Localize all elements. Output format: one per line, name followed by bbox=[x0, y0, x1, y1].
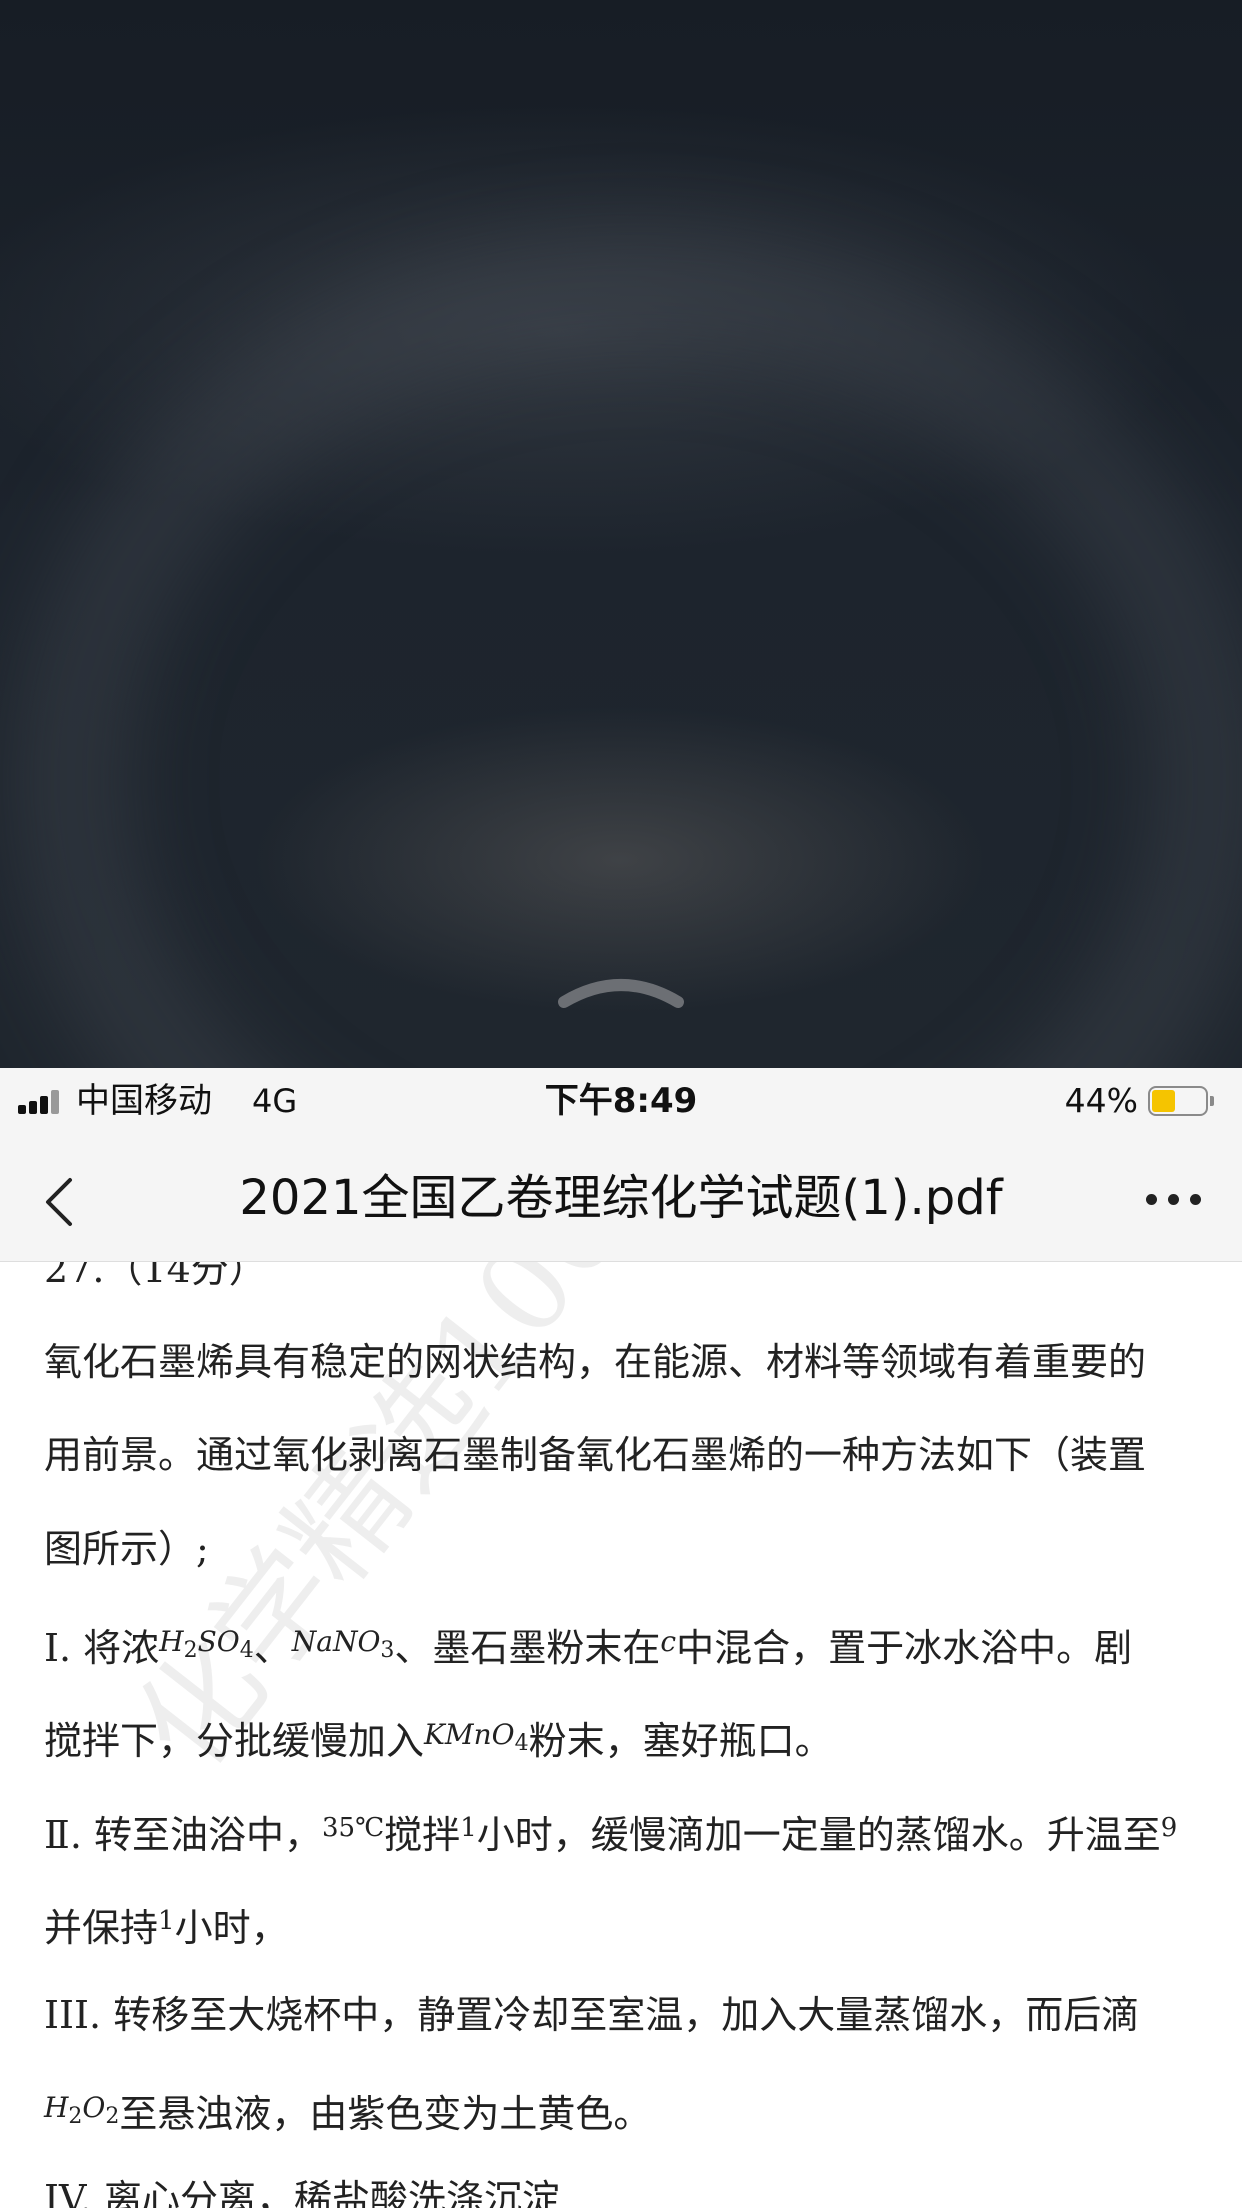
step-4: IV. 离心分离，稀盐酸洗涤沉淀 bbox=[44, 2177, 560, 2208]
chevron-left-icon[interactable] bbox=[38, 1174, 84, 1230]
step-1: Ⅰ. 将浓H2SO4、NaNO3、墨石墨粉末在c中混合，置于冰水浴中。剧 bbox=[44, 1625, 1133, 1670]
formula-h2so4: H2SO4 bbox=[159, 1625, 254, 1663]
battery-percent: 44% bbox=[1064, 1081, 1138, 1120]
question-number: 27.（14分） bbox=[44, 1262, 267, 1291]
paragraph-line: 图所示）; bbox=[44, 1527, 209, 1571]
background-arc bbox=[10, 230, 1242, 1068]
document-title: 2021全国乙卷理综化学试题(1).pdf bbox=[239, 1170, 1003, 1226]
step-3: III. 转移至大烧杯中，静置冷却至室温，加入大量蒸馏水，而后滴 bbox=[44, 1993, 1140, 2037]
step-2-continued: 并保持1小时， bbox=[44, 1906, 289, 1950]
step-1-continued: 搅拌下，分批缓慢加入KMnO4粉末，塞好瓶口。 bbox=[44, 1718, 833, 1763]
battery-fill bbox=[1152, 1090, 1175, 1112]
navigation-bar: 2021全国乙卷理综化学试题(1).pdf bbox=[0, 1134, 1242, 1262]
blurred-background bbox=[0, 0, 1242, 1068]
formula-nano3: NaNO3 bbox=[291, 1625, 395, 1663]
step-3-continued: H2O2至悬浊液，由紫色变为土黄色。 bbox=[44, 2091, 652, 2136]
formula-h2o2: H2O2 bbox=[44, 2091, 120, 2129]
paragraph-line: 用前景。通过氧化剥离石墨制备氧化石墨烯的一种方法如下（装置 bbox=[44, 1433, 1147, 1477]
paragraph-line: 氧化石墨烯具有稳定的网状结构，在能源、材料等领域有着重要的 bbox=[44, 1340, 1147, 1384]
battery-icon bbox=[1148, 1086, 1214, 1116]
status-time: 下午8:49 bbox=[544, 1081, 698, 1121]
formula-kmno4: KMnO4 bbox=[424, 1718, 529, 1756]
chevron-up-icon[interactable] bbox=[556, 970, 686, 1010]
status-bar: 中国移动 4G 下午8:49 44% bbox=[0, 1068, 1242, 1134]
pdf-viewer[interactable]: 化学精选1000题 / 编审委员会 27.（14分） 氧化石墨烯具有稳定的网状结… bbox=[0, 1262, 1242, 2208]
step-2: Ⅱ. 转至油浴中，35℃搅拌1小时，缓慢滴加一定量的蒸馏水。升温至9 bbox=[44, 1813, 1178, 1857]
more-horizontal-icon[interactable] bbox=[1144, 1188, 1204, 1212]
